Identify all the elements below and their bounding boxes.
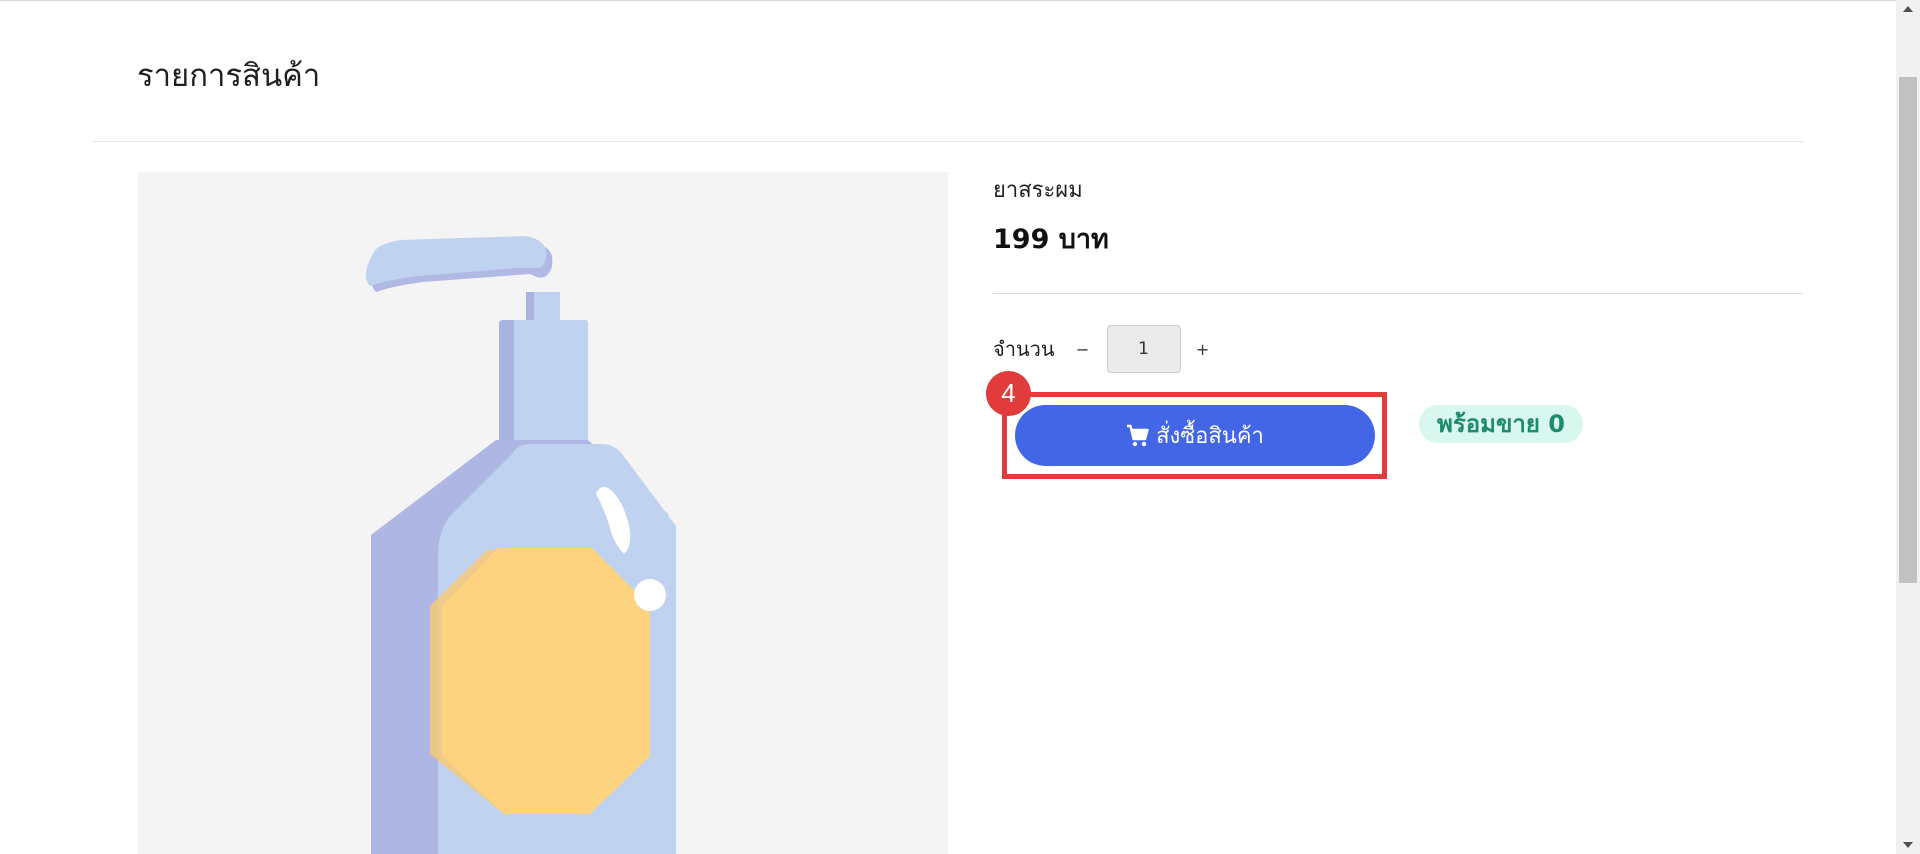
product-price: 199 บาท [993,224,1109,255]
scrollbar-thumb[interactable] [1899,77,1917,583]
page-title: รายการสินค้า [137,58,321,94]
scroll-down-arrow-icon[interactable] [1896,836,1920,854]
quantity-input[interactable] [1106,325,1181,373]
quantity-label: จำนวน [993,337,1055,361]
header-divider [92,141,1803,142]
order-button-label: สั่งซื้อสินค้า [1156,424,1264,449]
info-divider [993,293,1803,294]
quantity-increase-button[interactable]: + [1191,340,1215,359]
product-image [138,172,948,854]
product-name: ยาสระผม [993,178,1083,203]
quantity-decrease-button[interactable]: − [1071,340,1095,359]
quantity-stepper: จำนวน − + [993,323,1215,375]
shampoo-bottle-illustration [365,236,676,854]
step-number-badge: 4 [986,371,1031,416]
cart-icon [1126,424,1150,448]
top-border [0,0,1896,1]
vertical-scrollbar[interactable] [1896,0,1920,854]
order-button[interactable]: สั่งซื้อสินค้า [1015,405,1375,466]
product-page: รายการสินค้า ยาสระผม 199 บาท จำนวน − 1 +… [0,0,1920,854]
scroll-up-arrow-icon[interactable] [1896,0,1920,18]
stock-status-badge: พร้อมขาย 0 [1419,405,1583,443]
